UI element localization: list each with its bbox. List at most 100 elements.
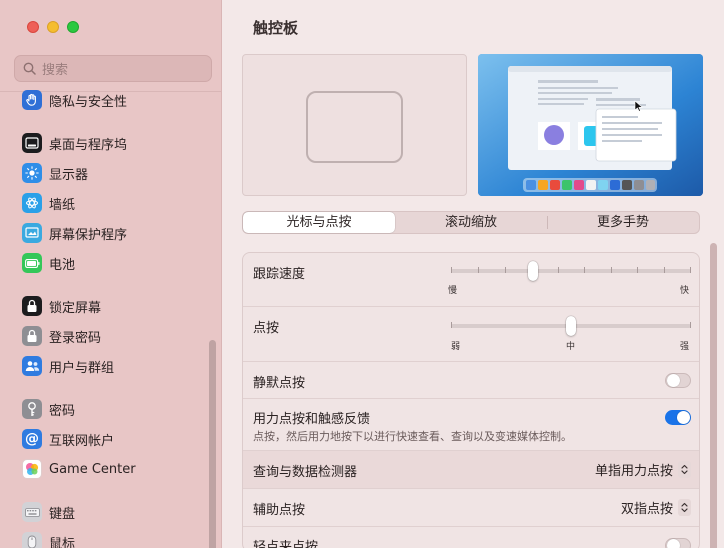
search-placeholder: 搜索 <box>42 63 69 78</box>
sun-icon <box>22 163 42 183</box>
trackpad-preview <box>242 54 467 196</box>
sidebar-item-label: 登录密码 <box>49 330 102 346</box>
lookup-label: 查询与数据检测器 <box>253 465 358 480</box>
slider-tick <box>690 322 691 328</box>
tab-more-gestures[interactable]: 更多手势 <box>547 212 699 233</box>
desktop-preview-image <box>478 54 703 196</box>
screensaver-icon <box>22 223 42 243</box>
minimize-window-button[interactable] <box>47 21 59 33</box>
slider-max-label: 快 <box>680 286 690 296</box>
gesture-video-preview <box>478 54 703 196</box>
toggle-knob <box>677 411 690 424</box>
slider-low-label: 弱 <box>451 342 461 352</box>
sidebar-item-desktop-dock[interactable]: 桌面与程序坞 <box>22 131 127 155</box>
main-content: 触控板 光标与点按 滚动缩放 更多手势 跟踪速度 慢 快 点按 弱 中 强 静默… <box>223 0 724 548</box>
battery-icon <box>22 253 42 273</box>
lookup-row[interactable]: 查询与数据检测器 单指用力点按 <box>243 451 699 489</box>
sidebar-item-label: 鼠标 <box>49 536 76 548</box>
tab-bar: 光标与点按 滚动缩放 更多手势 <box>242 211 700 234</box>
slider-tick <box>478 267 479 273</box>
sidebar-item-privacy[interactable]: 隐私与安全性 <box>22 88 127 112</box>
sidebar-item-label: 用户与群组 <box>49 360 115 376</box>
tracking-speed-row: 跟踪速度 慢 快 <box>243 253 699 307</box>
secondary-click-row[interactable]: 辅助点按 双指点按 <box>243 489 699 527</box>
sidebar-item-keyboard[interactable]: 键盘 <box>22 500 75 524</box>
sidebar-item-label: 锁定屏幕 <box>49 300 102 316</box>
zoom-window-button[interactable] <box>67 21 79 33</box>
updown-chevron-icon <box>678 499 691 516</box>
sidebar-item-label: 墙纸 <box>49 197 76 213</box>
tab-point-click[interactable]: 光标与点按 <box>243 212 395 233</box>
padlock-icon <box>22 326 42 346</box>
content-scrollbar[interactable] <box>710 243 717 548</box>
sidebar-item-mouse[interactable]: 鼠标 <box>22 530 75 548</box>
mouse-icon <box>22 532 42 548</box>
secondary-click-popup[interactable]: 双指点按 <box>621 498 691 517</box>
slider-tick <box>664 267 665 273</box>
slider-high-label: 强 <box>680 342 690 352</box>
trackpad-illustration <box>306 91 403 163</box>
sidebar-item-wallpaper[interactable]: 墙纸 <box>22 191 75 215</box>
slider-tick <box>451 322 452 328</box>
toggle-knob <box>667 374 680 387</box>
system-settings-window: 搜索 隐私与安全性 桌面与程序坞 显示器 墙纸 屏幕保护程序 电池 锁定屏幕 登… <box>0 0 724 548</box>
force-click-row: 用力点按和触感反馈 点按，然后用力地按下以进行快速查看、查询以及变速媒体控制。 <box>243 399 699 451</box>
tap-to-click-toggle[interactable] <box>665 538 691 548</box>
force-click-description: 点按，然后用力地按下以进行快速查看、查询以及变速媒体控制。 <box>253 430 572 443</box>
lock-screen-icon <box>22 296 42 316</box>
toggle-knob <box>667 539 680 548</box>
updown-chevron-icon <box>678 461 691 478</box>
tracking-speed-label: 跟踪速度 <box>253 267 306 282</box>
sidebar-item-login-password[interactable]: 登录密码 <box>22 324 101 348</box>
slider-tick <box>451 267 452 273</box>
sidebar-item-displays[interactable]: 显示器 <box>22 161 88 185</box>
flower-icon <box>22 193 42 213</box>
silent-click-label: 静默点按 <box>253 376 306 391</box>
slider-tick <box>637 267 638 273</box>
search-field[interactable]: 搜索 <box>14 55 212 82</box>
sidebar-item-label: 桌面与程序坞 <box>49 137 128 153</box>
secondary-click-label: 辅助点按 <box>253 503 306 518</box>
sidebar-item-screensaver[interactable]: 屏幕保护程序 <box>22 221 127 245</box>
lookup-popup[interactable]: 单指用力点按 <box>595 460 691 479</box>
tracking-speed-slider-knob[interactable] <box>527 261 538 281</box>
force-click-label: 用力点按和触感反馈 <box>253 412 371 427</box>
click-row: 点按 弱 中 强 <box>243 307 699 362</box>
page-title: 触控板 <box>253 19 299 37</box>
sidebar-item-users-groups[interactable]: 用户与群组 <box>22 354 114 378</box>
click-pressure-slider-knob[interactable] <box>566 316 576 336</box>
sidebar-item-label: 密码 <box>49 403 76 419</box>
sidebar-scrollbar[interactable] <box>209 340 216 548</box>
tap-to-click-label: 轻点来点按 <box>253 540 319 548</box>
sidebar-item-passwords[interactable]: 密码 <box>22 397 75 421</box>
search-icon <box>23 62 36 75</box>
sidebar-item-game-center[interactable]: Game Center <box>22 457 136 481</box>
sidebar-item-label: Game Center <box>49 461 136 477</box>
slider-tick <box>584 267 585 273</box>
tracking-speed-slider[interactable] <box>451 269 691 273</box>
force-click-toggle[interactable] <box>665 410 691 425</box>
lookup-value: 单指用力点按 <box>594 464 673 479</box>
at-icon: @ <box>22 429 42 449</box>
click-label: 点按 <box>253 321 280 336</box>
slider-tick <box>690 267 691 273</box>
secondary-click-value: 双指点按 <box>620 502 673 517</box>
silent-click-toggle[interactable] <box>665 373 691 388</box>
dock-icon <box>22 133 42 153</box>
close-window-button[interactable] <box>27 21 39 33</box>
sidebar-item-battery[interactable]: 电池 <box>22 251 75 275</box>
sidebar-item-lock-screen[interactable]: 锁定屏幕 <box>22 294 101 318</box>
slider-min-label: 慢 <box>448 286 458 296</box>
sidebar-item-label: 显示器 <box>49 167 89 183</box>
slider-mid-label: 中 <box>566 342 576 352</box>
game-center-icon <box>22 459 42 479</box>
hand-icon <box>22 90 42 110</box>
key-icon <box>22 399 42 419</box>
settings-panel: 跟踪速度 慢 快 点按 弱 中 强 静默点按 用力点按和触感反馈 点按，然后用力… <box>242 252 700 548</box>
sidebar-item-label: 电池 <box>49 257 76 273</box>
slider-tick <box>611 267 612 273</box>
sidebar-item-internet-accounts[interactable]: @ 互联网帐户 <box>22 427 114 451</box>
tab-scroll-zoom[interactable]: 滚动缩放 <box>395 212 547 233</box>
silent-click-row: 静默点按 <box>243 362 699 399</box>
sidebar-item-label: 键盘 <box>49 506 76 522</box>
